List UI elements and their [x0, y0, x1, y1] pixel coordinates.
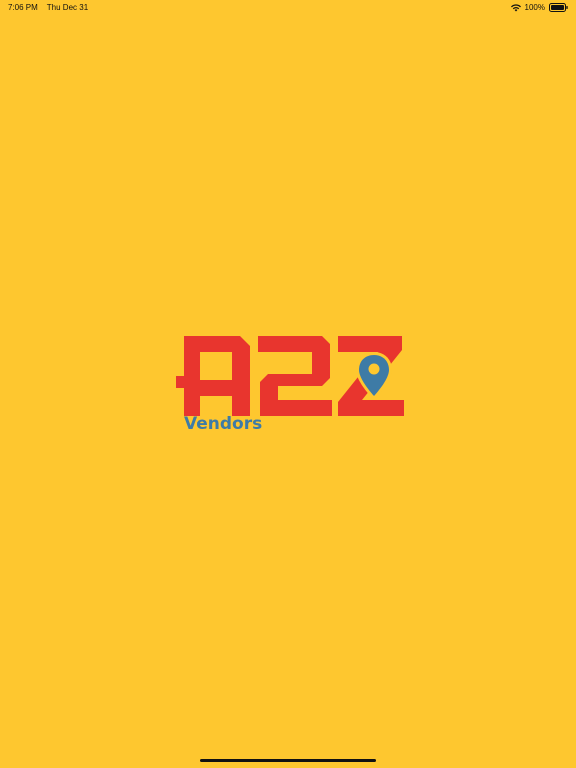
wifi-icon	[510, 3, 521, 11]
logo-graphic	[176, 336, 404, 416]
battery-percent: 100%	[524, 3, 545, 12]
status-right: 100%	[510, 3, 568, 12]
status-left: 7:06 PM Thu Dec 31	[8, 3, 88, 12]
status-bar: 7:06 PM Thu Dec 31 100%	[0, 0, 576, 16]
logo-subtitle: Vendors	[184, 414, 263, 434]
status-date: Thu Dec 31	[46, 3, 89, 12]
status-time: 7:06 PM	[8, 3, 38, 12]
logo-digit-2	[258, 336, 332, 416]
battery-icon	[549, 3, 568, 12]
home-indicator[interactable]	[200, 759, 376, 762]
logo-letter-a	[176, 336, 250, 416]
app-logo: A2Z Vendors	[172, 330, 408, 440]
